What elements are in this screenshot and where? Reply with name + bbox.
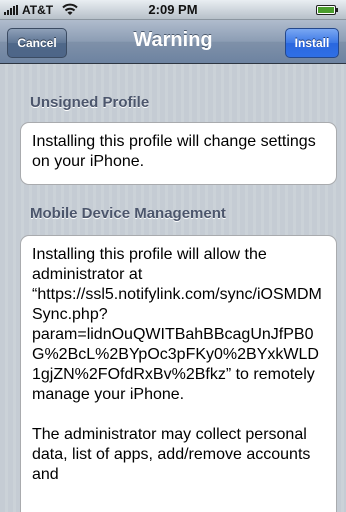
section-header-unsigned-profile: Unsigned Profile — [30, 94, 150, 111]
mdm-description-text: Installing this profile will allow the a… — [32, 246, 322, 403]
status-bar: AT&T 2:09 PM — [0, 0, 346, 20]
status-time: 2:09 PM — [148, 2, 198, 17]
section-header-mobile-device-management: Mobile Device Management — [30, 205, 226, 222]
mobile-device-management-card: Installing this profile will allow the a… — [20, 235, 337, 512]
install-button[interactable]: Install — [285, 28, 339, 58]
battery-icon — [316, 5, 338, 15]
unsigned-profile-text: Installing this profile will change sett… — [32, 133, 316, 170]
unsigned-profile-card: Installing this profile will change sett… — [20, 122, 337, 185]
navigation-bar: Cancel Warning Install — [0, 20, 346, 64]
mdm-data-collection-text: The administrator may collect personal d… — [32, 426, 311, 483]
